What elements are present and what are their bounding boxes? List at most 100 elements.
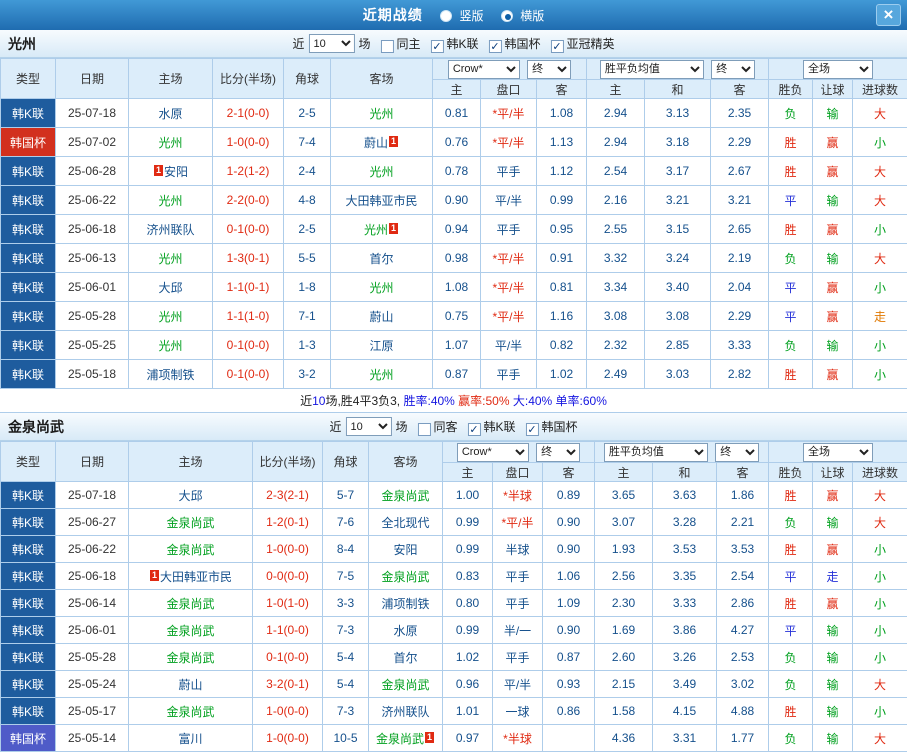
match-row: 韩K联 25-05-24 蔚山 3-2(0-1) 5-4 金泉尚武 0.96 平/半 0.93 2…: [0, 670, 907, 698]
euro-away-cell: 2.65: [709, 214, 770, 244]
team-cell: 金泉尚武: [128, 616, 253, 644]
euro-away-cell: 2.67: [709, 156, 770, 186]
europe-odds-select[interactable]: 胜平负均值: [603, 442, 708, 462]
red-card-badge: 1: [389, 135, 399, 147]
ah-away-odds-cell: 0.86: [542, 697, 595, 725]
filter-checkbox[interactable]: ✓ 韩国杯: [516, 419, 578, 436]
europe-stage-select[interactable]: 终: [711, 59, 756, 79]
euro-draw-cell: 3.86: [652, 616, 717, 644]
checkbox-icon[interactable]: ✓: [430, 39, 444, 53]
vertical-radio[interactable]: [440, 10, 453, 22]
col-eu-away: 客: [709, 79, 770, 99]
europe-stage-select[interactable]: 终: [715, 442, 760, 462]
team-cell: 蔚山 1: [330, 127, 433, 157]
match-row: 韩K联 25-06-01 金泉尚武 1-1(0-0) 7-3 水原 0.99 半/一 0.90 1…: [0, 616, 907, 644]
match-date-cell: 25-05-18: [55, 359, 129, 389]
handicap-result-cell: 赢: [812, 214, 854, 244]
scope-select[interactable]: 全场: [803, 59, 874, 79]
vertical-radio-label: 竖版: [459, 9, 484, 23]
close-button[interactable]: ×: [876, 4, 901, 26]
odds-stage-select[interactable]: 终: [527, 59, 572, 79]
checkbox-icon[interactable]: ✓: [467, 422, 481, 436]
match-date-cell: 25-06-28: [55, 156, 129, 186]
match-date-cell: 25-05-25: [55, 330, 129, 360]
ah-away-odds-cell: 1.02: [536, 359, 587, 389]
handicap-result-cell: 赢: [812, 127, 854, 157]
summary-segment: 赢率:50%: [454, 394, 510, 408]
team-cell: 水原: [368, 616, 443, 644]
ah-line-cell: 平手: [492, 589, 543, 617]
team-text: 全北现代: [381, 515, 430, 530]
team-cell: 光州: [128, 127, 213, 157]
odds-stage-select[interactable]: 终: [536, 442, 581, 462]
team-text: 大田韩亚市民: [345, 193, 418, 208]
euro-away-cell: 3.02: [715, 670, 770, 698]
odds-company-select[interactable]: Crow*: [447, 59, 520, 79]
league-type-cell: 韩K联: [0, 535, 56, 563]
wdl-result-cell: 负: [768, 98, 814, 128]
handicap-result-cell: 输: [812, 670, 854, 698]
recent-count-select[interactable]: 10: [345, 417, 392, 436]
score-cell: 1-0(1-0): [252, 589, 323, 617]
filter-checkbox[interactable]: ✓ 韩K联: [458, 420, 516, 436]
euro-draw-cell: 3.13: [644, 98, 711, 128]
euro-home-cell: 2.56: [594, 562, 653, 590]
team-text: 大邱: [158, 280, 183, 295]
corner-cell: 2-4: [283, 156, 331, 186]
checkbox-icon[interactable]: ✓: [488, 39, 502, 53]
recent-count-select[interactable]: 10: [308, 34, 355, 53]
score-cell: 1-3(0-1): [212, 243, 284, 273]
layout-option-vertical[interactable]: 竖版: [430, 9, 487, 23]
scope-select[interactable]: 全场: [803, 442, 874, 462]
goals-result-cell: 大: [852, 724, 907, 752]
odds-company-select[interactable]: Crow*: [456, 442, 529, 462]
filter-checkbox[interactable]: ✓同主: [370, 37, 421, 53]
filter-checkbox[interactable]: ✓ 韩国杯: [479, 37, 541, 53]
score-cell: 1-0(0-0): [252, 724, 323, 752]
checkbox-icon[interactable]: ✓: [550, 39, 564, 53]
horizontal-radio[interactable]: [500, 10, 513, 22]
team-text: 金泉尚武: [381, 569, 430, 584]
handicap-result-cell: 赢: [812, 301, 854, 331]
match-row: 韩K联 25-06-14 金泉尚武 1-0(1-0) 3-3 浦项制铁 0.80 平手 1.09…: [0, 589, 907, 617]
ah-home-odds-cell: 0.90: [432, 185, 481, 215]
match-row: 韩K联 25-05-28 金泉尚武 0-1(0-0) 5-4 首尔 1.02 平手 0.87 2.…: [0, 643, 907, 671]
handicap-result-cell: 输: [812, 185, 854, 215]
team-cell: 光州: [128, 185, 213, 215]
wdl-result-cell: 胜: [768, 359, 814, 389]
checkbox-icon[interactable]: ✓: [525, 422, 539, 436]
euro-home-cell: 2.15: [594, 670, 653, 698]
team-text: 光州: [158, 251, 183, 266]
col-eu-home: 主: [586, 79, 645, 99]
filter-checkbox[interactable]: ✓ 韩K联: [421, 37, 479, 53]
corner-cell: 1-3: [283, 330, 331, 360]
wdl-result-cell: 胜: [768, 589, 814, 617]
wdl-result-cell: 负: [768, 643, 814, 671]
europe-odds-select[interactable]: 胜平负均值: [599, 59, 704, 79]
filter-checkbox[interactable]: ✓同客: [407, 420, 458, 436]
layout-option-horizontal[interactable]: 横版: [491, 9, 544, 23]
match-row: 韩K联 25-05-17 金泉尚武 1-0(0-0) 7-3 济州联队 1.01 一球 0.86…: [0, 697, 907, 725]
filter-checkbox-label: 韩国杯: [541, 419, 578, 434]
euro-home-cell: 2.32: [586, 330, 645, 360]
filter-checkbox[interactable]: ✓ 亚冠精英: [541, 37, 615, 53]
euro-away-cell: 2.04: [709, 272, 770, 302]
match-date-cell: 25-06-18: [55, 214, 129, 244]
team-name: 金泉尚武: [8, 418, 64, 435]
match-date-cell: 25-06-27: [55, 508, 129, 536]
checkbox-icon[interactable]: ✓: [380, 39, 394, 53]
corner-cell: 1-8: [283, 272, 331, 302]
checkbox-icon[interactable]: ✓: [417, 422, 431, 436]
ah-line-cell: *平/半: [480, 301, 537, 331]
europe-odds-controls: 胜平负均值 终: [585, 58, 770, 80]
team-cell: 金泉尚武: [128, 535, 253, 563]
euro-home-cell: 4.36: [594, 724, 653, 752]
league-type-cell: 韩K联: [0, 301, 56, 331]
ah-home-odds-cell: 1.01: [442, 697, 493, 725]
col-eu-home: 主: [594, 462, 653, 482]
col-away: 客场: [330, 58, 433, 99]
goals-result-cell: 小: [852, 643, 907, 671]
wdl-result-cell: 负: [768, 508, 814, 536]
euro-draw-cell: 3.26: [652, 643, 717, 671]
euro-away-cell: 2.86: [715, 589, 770, 617]
